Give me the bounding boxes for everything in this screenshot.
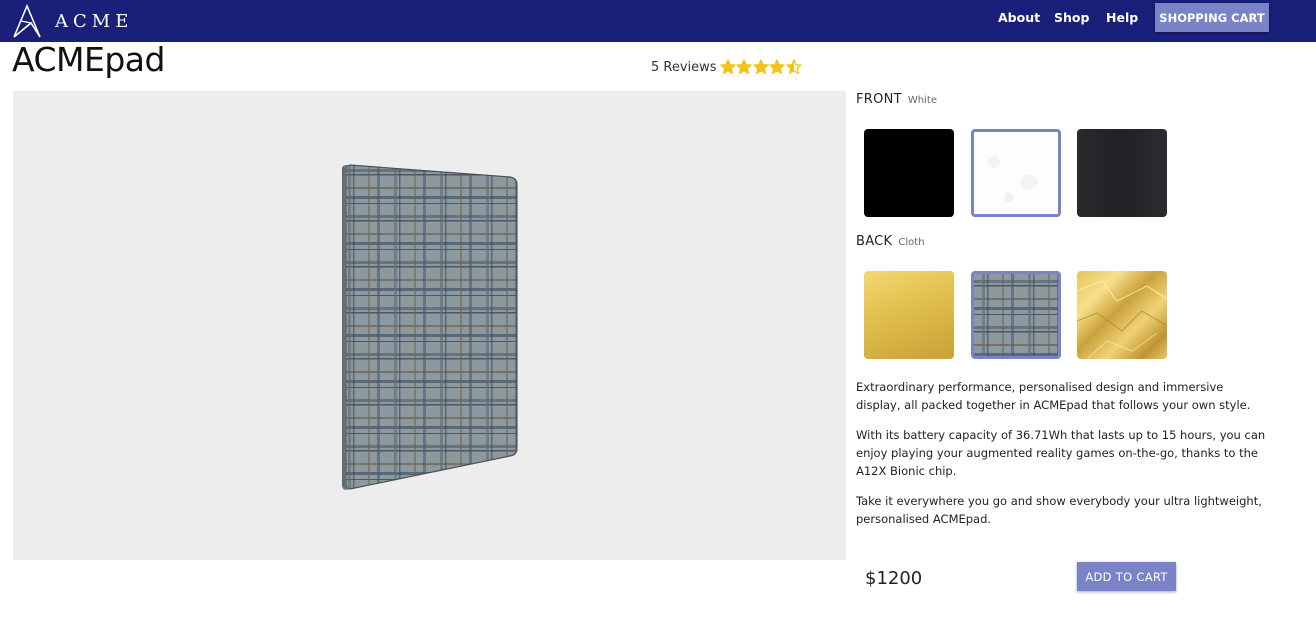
nav-shop-link[interactable]: Shop: [1054, 10, 1089, 26]
back-swatch-gold-foil[interactable]: [1077, 271, 1167, 359]
front-option-label: FRONT White: [856, 92, 937, 107]
top-navbar: ACME About Shop Help SHOPPING CART: [0, 0, 1316, 42]
product-price: $1200: [865, 568, 923, 589]
rating-stars: [719, 59, 803, 75]
front-selected-name: White: [907, 95, 937, 106]
front-swatch-white[interactable]: [971, 129, 1061, 217]
back-swatch-gold[interactable]: [864, 271, 954, 359]
description-paragraph-2: With its battery capacity of 36.71Wh tha…: [856, 428, 1266, 478]
star-half-icon: [785, 59, 802, 75]
front-label: FRONT: [856, 92, 902, 107]
brand-home-link[interactable]: ACME: [12, 3, 133, 39]
description-paragraph-3: Take it everywhere you go and show every…: [856, 494, 1262, 526]
white-texture-icon: [974, 132, 1058, 214]
reviews-summary[interactable]: 5 Reviews: [651, 59, 802, 75]
mountain-triangle-logo-icon: [13, 4, 41, 38]
foil-texture-icon: [1077, 280, 1167, 359]
plaid-texture-icon: [974, 274, 1058, 356]
star-full-icon: [752, 59, 769, 75]
front-swatch-charcoal[interactable]: [1077, 129, 1167, 217]
star-full-icon: [769, 59, 786, 75]
brand-name: ACME: [55, 10, 134, 32]
add-to-cart-button[interactable]: ADD TO CART: [1077, 562, 1176, 591]
star-full-icon: [719, 59, 736, 75]
shopping-cart-button[interactable]: SHOPPING CART: [1155, 3, 1269, 32]
reviews-count: 5 Reviews: [651, 59, 717, 75]
nav-about-link[interactable]: About: [998, 10, 1040, 26]
nav-help-link[interactable]: Help: [1106, 10, 1138, 26]
star-full-icon: [736, 59, 753, 75]
back-option-label: BACK Cloth: [856, 234, 925, 249]
description-paragraph-1: Extraordinary performance, personalised …: [856, 380, 1251, 412]
front-swatch-black[interactable]: [864, 129, 954, 217]
back-swatch-cloth[interactable]: [971, 271, 1061, 359]
product-title: ACMEpad: [12, 40, 165, 79]
product-3d-viewer[interactable]: [13, 91, 846, 560]
tablet-model-image: [342, 164, 518, 490]
back-selected-name: Cloth: [898, 237, 925, 248]
back-label: BACK: [856, 234, 893, 249]
